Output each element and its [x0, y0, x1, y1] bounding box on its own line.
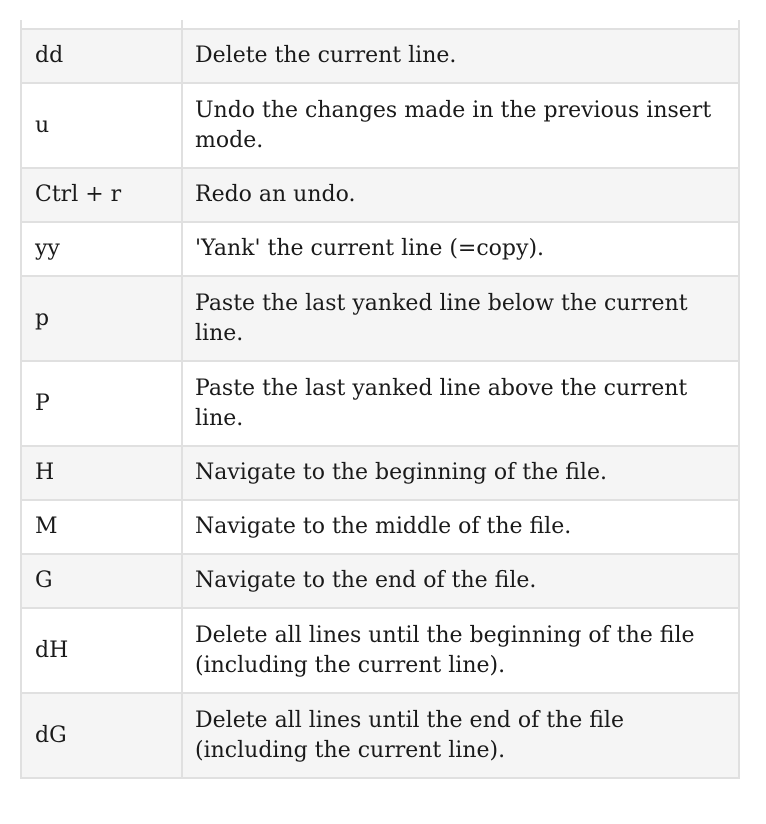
command-key: M — [20, 499, 183, 555]
table-row: P Paste the last yanked line above the c… — [20, 360, 740, 447]
command-description: Navigate to the middle of the file. — [181, 499, 740, 555]
table-row-continuation — [20, 20, 740, 30]
command-key: u — [20, 82, 183, 169]
vim-commands-table: dd Delete the current line. u Undo the c… — [20, 20, 740, 779]
command-key: p — [20, 275, 183, 362]
table-row: H Navigate to the beginning of the file. — [20, 445, 740, 501]
command-description: Paste the last yanked line below the cur… — [181, 275, 740, 362]
command-key: dd — [20, 28, 183, 84]
table-row: dH Delete all lines until the beginning … — [20, 607, 740, 694]
table-row: dd Delete the current line. — [20, 28, 740, 84]
command-description: Navigate to the end of the file. — [181, 553, 740, 609]
command-description: Undo the changes made in the previous in… — [181, 82, 740, 169]
command-key: G — [20, 553, 183, 609]
command-description: Paste the last yanked line above the cur… — [181, 360, 740, 447]
command-description: Delete all lines until the end of the fi… — [181, 692, 740, 779]
command-key: Ctrl + r — [20, 167, 183, 223]
command-description: Navigate to the beginning of the file. — [181, 445, 740, 501]
command-table-container: dd Delete the current line. u Undo the c… — [20, 20, 740, 779]
command-description: Delete all lines until the beginning of … — [181, 607, 740, 694]
table-cell-stub — [20, 20, 183, 30]
table-row: yy 'Yank' the current line (=copy). — [20, 221, 740, 277]
command-key: yy — [20, 221, 183, 277]
table-row: Ctrl + r Redo an undo. — [20, 167, 740, 223]
command-description: Delete the current line. — [181, 28, 740, 84]
command-key: H — [20, 445, 183, 501]
command-description: Redo an undo. — [181, 167, 740, 223]
table-row: dG Delete all lines until the end of the… — [20, 692, 740, 779]
table-cell-stub — [181, 20, 740, 30]
command-description: 'Yank' the current line (=copy). — [181, 221, 740, 277]
command-key: dH — [20, 607, 183, 694]
table-row: p Paste the last yanked line below the c… — [20, 275, 740, 362]
table-row: M Navigate to the middle of the file. — [20, 499, 740, 555]
command-key: P — [20, 360, 183, 447]
command-key: dG — [20, 692, 183, 779]
table-row: G Navigate to the end of the file. — [20, 553, 740, 609]
table-row: u Undo the changes made in the previous … — [20, 82, 740, 169]
